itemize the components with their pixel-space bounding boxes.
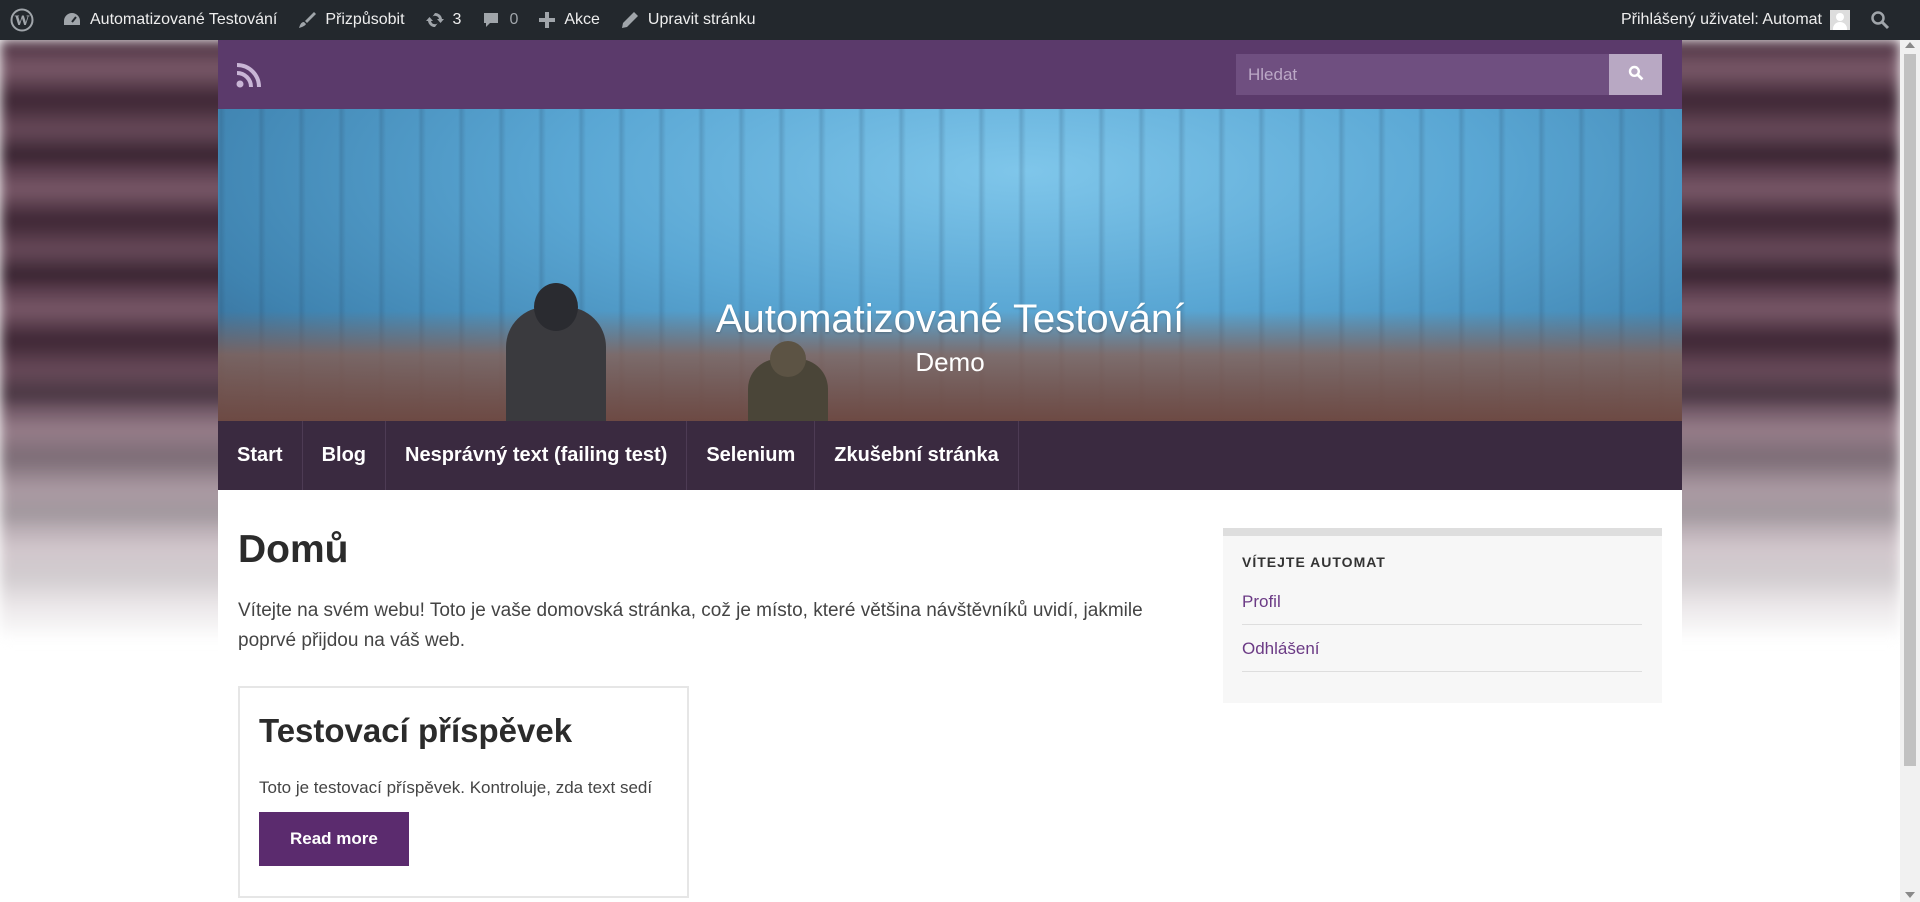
comment-icon xyxy=(481,10,501,30)
search-submit-button[interactable] xyxy=(1609,54,1662,95)
nav-item-sample-page[interactable]: Zkušební stránka xyxy=(815,421,1019,490)
page-title: Domů xyxy=(238,528,349,571)
content-area: Domů Vítejte na svém webu! Toto je vaše … xyxy=(218,490,1682,898)
widget-title: VÍTEJTE AUTOMAT xyxy=(1242,554,1386,570)
customize-label: Přizpůsobit xyxy=(325,11,405,28)
svg-text:W: W xyxy=(14,14,30,29)
dashboard-icon xyxy=(62,11,82,29)
site-name-label: Automatizované Testování xyxy=(90,11,278,28)
pencil-icon xyxy=(620,10,640,30)
updates-count: 3 xyxy=(452,11,462,28)
scrollbar-thumb[interactable] xyxy=(1904,54,1916,766)
brush-icon xyxy=(297,10,317,30)
plus-icon xyxy=(538,11,556,29)
logged-in-user-label: Přihlášený uživatel: Automat xyxy=(1621,11,1822,28)
post-card: Testovací příspěvek Toto je testovací př… xyxy=(238,686,689,898)
top-bar xyxy=(218,40,1682,109)
my-account-link[interactable]: Přihlášený uživatel: Automat xyxy=(1611,0,1860,40)
wordpress-icon: W xyxy=(10,8,34,32)
avatar xyxy=(1830,10,1850,30)
scrollbar[interactable] xyxy=(1900,40,1920,902)
post-title[interactable]: Testovací příspěvek xyxy=(259,712,668,750)
sidebar-widget: VÍTEJTE AUTOMAT Profil Odhlášení xyxy=(1223,528,1662,703)
site-name-link[interactable]: Automatizované Testování xyxy=(52,0,287,40)
customize-link[interactable]: Přizpůsobit xyxy=(287,0,414,40)
logout-link[interactable]: Odhlášení xyxy=(1242,639,1642,672)
read-more-button[interactable]: Read more xyxy=(259,812,409,866)
updates-link[interactable]: 3 xyxy=(415,0,472,40)
edit-page-link[interactable]: Upravit stránku xyxy=(610,0,766,40)
updates-icon xyxy=(425,10,445,30)
profile-link[interactable]: Profil xyxy=(1242,592,1642,625)
comments-count: 0 xyxy=(509,11,519,28)
admin-search-button[interactable] xyxy=(1860,0,1900,40)
search-input[interactable] xyxy=(1236,54,1609,95)
rss-icon xyxy=(236,62,262,92)
nav-item-start[interactable]: Start xyxy=(218,421,303,490)
page-container: Automatizované Testování Demo Start Blog… xyxy=(218,40,1682,902)
comments-link[interactable]: 0 xyxy=(471,0,528,40)
search-icon xyxy=(1628,65,1644,84)
main-navigation: Start Blog Nesprávný text (failing test)… xyxy=(218,421,1682,490)
search-icon xyxy=(1870,10,1890,30)
nav-item-blog[interactable]: Blog xyxy=(303,421,387,490)
scroll-up-arrow-icon[interactable] xyxy=(1905,42,1915,48)
rss-feed-link[interactable] xyxy=(236,62,262,88)
new-content-label: Akce xyxy=(564,11,600,28)
site-search-form xyxy=(1236,54,1662,95)
edit-page-label: Upravit stránku xyxy=(647,11,756,28)
wordpress-logo-button[interactable]: W xyxy=(0,0,52,40)
main-content: Domů Vítejte na svém webu! Toto je vaše … xyxy=(238,490,1178,898)
scroll-down-arrow-icon[interactable] xyxy=(1905,892,1915,898)
intro-text: Vítejte na svém webu! Toto je vaše domov… xyxy=(238,600,1143,651)
site-description: Demo xyxy=(915,347,985,377)
nav-item-selenium[interactable]: Selenium xyxy=(687,421,816,490)
nav-item-failing-test[interactable]: Nesprávný text (failing test) xyxy=(386,421,688,490)
post-excerpt: Toto je testovací příspěvek. Kontroluje,… xyxy=(259,778,653,797)
site-title[interactable]: Automatizované Testování xyxy=(218,297,1682,342)
new-content-link[interactable]: Akce xyxy=(528,0,610,40)
admin-bar: W Automatizované Testování Přizpůsobit 3… xyxy=(0,0,1920,40)
header-image: Automatizované Testování Demo xyxy=(218,109,1682,421)
